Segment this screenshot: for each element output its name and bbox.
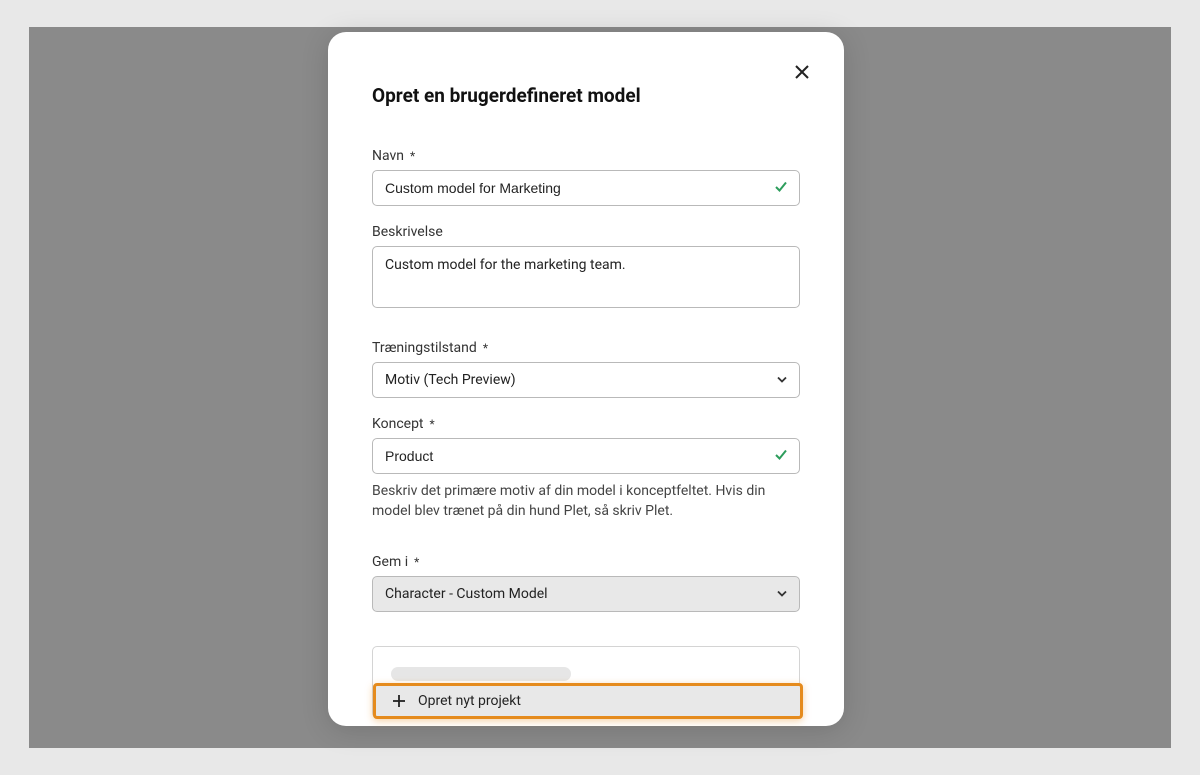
description-field-group: Beskrivelse Custom model for the marketi… <box>372 224 800 312</box>
loading-skeleton-row <box>391 667 571 681</box>
concept-helper-text: Beskriv det primære motiv af din model i… <box>372 482 800 521</box>
name-label-text: Navn <box>372 148 404 164</box>
concept-field-group: Koncept * Beskriv det primære motiv af d… <box>372 416 800 521</box>
create-new-project-button[interactable]: Opret nyt projekt <box>373 683 803 719</box>
training-mode-value: Motiv (Tech Preview) <box>385 372 516 388</box>
save-in-dropdown-panel: Opret nyt projekt <box>372 646 800 718</box>
close-button[interactable] <box>788 58 816 86</box>
description-input[interactable]: Custom model for the marketing team. <box>372 246 800 308</box>
training-mode-label: Træningstilstand * <box>372 340 800 356</box>
description-label-text: Beskrivelse <box>372 224 443 240</box>
required-asterisk: * <box>410 149 415 163</box>
name-label: Navn * <box>372 148 800 164</box>
name-input-wrapper <box>372 170 800 206</box>
name-field-group: Navn * <box>372 148 800 206</box>
save-in-label-text: Gem i <box>372 554 408 570</box>
plus-icon <box>392 694 406 708</box>
concept-label-text: Koncept <box>372 416 424 432</box>
create-custom-model-modal: Opret en brugerdefineret model Navn * Be… <box>328 32 844 726</box>
concept-input[interactable] <box>372 438 800 474</box>
save-in-select[interactable]: Character - Custom Model <box>372 576 800 612</box>
save-in-value: Character - Custom Model <box>385 586 548 602</box>
close-icon <box>794 64 810 80</box>
description-label: Beskrivelse <box>372 224 800 240</box>
save-in-label: Gem i * <box>372 554 800 570</box>
modal-title: Opret en brugerdefineret model <box>372 84 641 107</box>
required-asterisk: * <box>414 555 419 569</box>
training-mode-label-text: Træningstilstand <box>372 340 477 356</box>
required-asterisk: * <box>483 341 488 355</box>
name-input[interactable] <box>372 170 800 206</box>
training-mode-select[interactable]: Motiv (Tech Preview) <box>372 362 800 398</box>
training-mode-field-group: Træningstilstand * Motiv (Tech Preview) <box>372 340 800 398</box>
create-new-project-label: Opret nyt projekt <box>418 693 521 709</box>
required-asterisk: * <box>430 417 435 431</box>
training-mode-select-wrapper: Motiv (Tech Preview) <box>372 362 800 398</box>
concept-label: Koncept * <box>372 416 800 432</box>
save-in-select-wrapper: Character - Custom Model <box>372 576 800 612</box>
concept-input-wrapper <box>372 438 800 474</box>
save-in-field-group: Gem i * Character - Custom Model <box>372 554 800 612</box>
